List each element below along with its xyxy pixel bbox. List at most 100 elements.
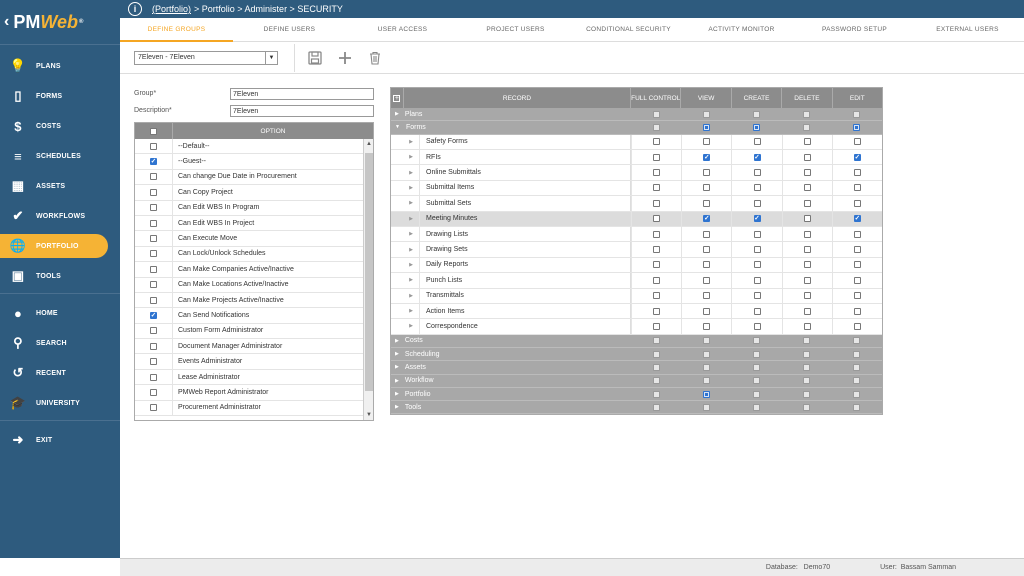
pmweb-logo[interactable]: ‹ PM Web ® [0, 0, 120, 44]
sidebar-item-costs[interactable]: $ COSTS [0, 111, 120, 141]
sidebar-item-recent[interactable]: ↺ RECENT [0, 358, 120, 388]
chevron-right-icon[interactable]: ▶ [403, 257, 420, 273]
sidebar-item-university[interactable]: 🎓 UNIVERSITY [0, 388, 120, 418]
permission-checkbox-create[interactable] [753, 153, 761, 161]
permission-checkbox-view[interactable] [702, 363, 710, 371]
permission-checkbox-full-control[interactable] [653, 307, 661, 315]
permission-checkbox-create[interactable] [753, 292, 761, 300]
permission-checkbox-create[interactable] [753, 363, 761, 371]
record-row[interactable]: ▶ Safety Forms [391, 134, 882, 150]
permission-checkbox-view[interactable] [703, 184, 711, 192]
chevron-right-icon[interactable]: ▶ [403, 180, 420, 196]
permission-checkbox-delete[interactable] [803, 215, 811, 223]
add-button[interactable] [335, 48, 355, 68]
sidebar-item-forms[interactable]: ▯ FORMS [0, 81, 120, 111]
record-row[interactable]: ▶ Drawing Sets [391, 242, 882, 258]
record-row[interactable]: ▶ Daily Reports [391, 257, 882, 274]
permission-checkbox-create[interactable] [753, 403, 761, 411]
permission-checkbox-create[interactable] [753, 184, 761, 192]
permission-checkbox-delete[interactable] [803, 153, 811, 161]
permission-checkbox-delete[interactable] [803, 292, 811, 300]
record-group-row[interactable]: ▼ Forms [391, 121, 882, 135]
permission-checkbox-edit[interactable] [853, 322, 861, 330]
info-icon[interactable]: i [128, 2, 142, 16]
permission-checkbox-full-control[interactable] [652, 123, 660, 131]
chevron-right-icon[interactable]: ▶ [403, 165, 420, 180]
permission-checkbox-view[interactable] [703, 246, 711, 254]
chevron-right-icon[interactable]: ▶ [403, 196, 420, 211]
permission-checkbox-view[interactable] [703, 169, 711, 177]
option-checkbox[interactable] [150, 250, 157, 258]
permission-checkbox-create[interactable] [753, 138, 761, 146]
permission-checkbox-edit[interactable] [853, 261, 861, 269]
permission-checkbox-delete[interactable] [803, 390, 811, 398]
permission-checkbox-edit[interactable] [853, 123, 861, 131]
permission-checkbox-full-control[interactable] [653, 276, 661, 284]
permission-checkbox-delete[interactable] [803, 123, 811, 131]
option-checkbox[interactable] [150, 296, 157, 304]
permission-checkbox-create[interactable] [753, 307, 761, 315]
sidebar-item-workflows[interactable]: ✔ WORKFLOWS [0, 201, 120, 231]
permission-checkbox-edit[interactable] [853, 403, 861, 411]
chevron-right-icon[interactable]: ▶ [403, 303, 420, 319]
column-header-view[interactable]: VIEW [680, 88, 730, 108]
tab-external-users[interactable]: EXTERNAL USERS [911, 18, 1024, 41]
permission-checkbox-delete[interactable] [803, 307, 811, 315]
permission-checkbox-delete[interactable] [803, 363, 811, 371]
option-checkbox[interactable] [150, 281, 157, 289]
sidebar-item-home[interactable]: ● HOME [0, 298, 120, 328]
permission-checkbox-delete[interactable] [803, 337, 811, 345]
permission-checkbox-view[interactable] [702, 377, 710, 385]
option-checkbox[interactable] [150, 373, 157, 381]
permission-checkbox-full-control[interactable] [652, 337, 660, 345]
permission-checkbox-edit[interactable] [853, 153, 861, 161]
permission-checkbox-edit[interactable] [853, 110, 861, 118]
option-row[interactable]: Lease Administrator [135, 369, 373, 386]
permission-checkbox-delete[interactable] [803, 350, 811, 358]
permission-checkbox-create[interactable] [753, 123, 761, 131]
option-checkbox[interactable] [150, 404, 157, 412]
permission-checkbox-view[interactable] [703, 322, 711, 330]
chevron-right-icon[interactable]: ▶ [395, 351, 399, 357]
permission-checkbox-view[interactable] [703, 261, 711, 269]
save-button[interactable] [305, 48, 325, 68]
option-checkbox[interactable] [150, 173, 157, 181]
sidebar-item-exit[interactable]: ➜ EXIT [0, 425, 120, 455]
permission-checkbox-edit[interactable] [853, 230, 861, 238]
permission-checkbox-create[interactable] [753, 246, 761, 254]
permission-checkbox-delete[interactable] [803, 261, 811, 269]
delete-button[interactable] [365, 48, 385, 68]
permission-checkbox-create[interactable] [753, 169, 761, 177]
option-row[interactable]: Can change Due Date in Procurement [135, 169, 373, 186]
record-group-row[interactable]: ▶ Scheduling [391, 347, 882, 362]
permission-checkbox-full-control[interactable] [653, 246, 661, 254]
permission-checkbox-full-control[interactable] [653, 322, 661, 330]
permission-checkbox-full-control[interactable] [652, 110, 660, 118]
option-checkbox[interactable] [150, 311, 157, 319]
option-row[interactable]: Can Send Notifications [135, 308, 373, 324]
option-row[interactable]: Events Administrator [135, 354, 373, 370]
record-row[interactable]: ▶ Online Submittals [391, 165, 882, 181]
permission-checkbox-view[interactable] [703, 292, 711, 300]
permission-checkbox-view[interactable] [702, 123, 710, 131]
sidebar-item-portfolio[interactable]: 🌐 PORTFOLIO [0, 234, 108, 258]
permission-checkbox-edit[interactable] [853, 292, 861, 300]
chevron-right-icon[interactable]: ▶ [403, 273, 420, 288]
permission-checkbox-create[interactable] [753, 199, 761, 207]
chevron-down-icon[interactable]: ▼ [395, 124, 400, 130]
option-checkbox[interactable] [150, 327, 157, 335]
permission-checkbox-create[interactable] [753, 110, 761, 118]
tab-user-access[interactable]: USER ACCESS [346, 18, 459, 41]
permission-checkbox-edit[interactable] [853, 215, 861, 223]
permission-checkbox-delete[interactable] [803, 377, 811, 385]
chevron-right-icon[interactable]: ▶ [403, 149, 420, 165]
description-input[interactable]: 7Eleven [230, 105, 374, 117]
record-group-row[interactable]: ▶ Tools [391, 401, 882, 415]
sidebar-item-search[interactable]: ⚲ SEARCH [0, 328, 120, 358]
chevron-right-icon[interactable]: ▶ [403, 319, 420, 334]
record-row[interactable]: ▶ Action Items [391, 303, 882, 320]
permission-checkbox-view[interactable] [702, 390, 710, 398]
permission-checkbox-full-control[interactable] [653, 292, 661, 300]
permission-checkbox-edit[interactable] [853, 307, 861, 315]
record-row[interactable]: ▶ Correspondence [391, 319, 882, 335]
